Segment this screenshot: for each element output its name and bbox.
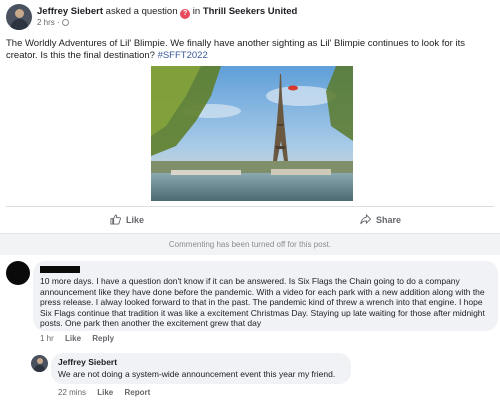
commenting-disabled-notice: Commenting has been turned off for this … [168,240,332,249]
author-name[interactable]: Jeffrey Siebert [37,6,103,17]
meta-separator: · [57,18,60,27]
reply-time[interactable]: 22 mins [58,388,86,397]
reply-text: We are not doing a system-wide announcem… [58,369,336,379]
comment-reply-link[interactable]: Reply [92,334,114,343]
post-text: The Worldly Adventures of Lil' Blimpie. … [6,38,494,62]
actions-top-divider [6,206,494,207]
commenter-name-redacted [40,266,80,273]
like-label: Like [126,214,145,225]
reply-like-link[interactable]: Like [97,388,113,397]
question-icon: ? [180,9,191,19]
group-name[interactable]: Thrill Seekers United [203,6,298,17]
share-label: Share [376,214,402,225]
post-time[interactable]: 2 hrs [37,18,55,27]
reply-report-link[interactable]: Report [125,388,151,397]
post-photo[interactable] [151,66,353,201]
avatar-body [11,19,28,30]
avatar-head [15,9,24,18]
commenter-avatar[interactable] [6,261,30,285]
post-body: The Worldly Adventures of Lil' Blimpie. … [6,38,465,61]
comment-meta: 1 hr Like Reply [40,334,123,343]
comment-time[interactable]: 1 hr [40,334,54,343]
post-meta: 2 hrs · [37,18,69,27]
share-arrow-icon [360,214,371,225]
eiffel-tower-photo [151,66,353,201]
like-button[interactable]: Like [110,214,144,225]
comment-like-link[interactable]: Like [65,334,81,343]
reply-author-avatar[interactable] [31,355,48,372]
reply-meta: 22 mins Like Report [58,388,159,397]
thumbs-up-icon [110,214,121,225]
avatar-head [37,358,43,364]
post-verb: asked a question [105,6,178,17]
hashtag-link[interactable]: #SFFT2022 [158,50,208,61]
post-card: Jeffrey Siebert asked a question ? in Th… [0,0,500,256]
group-connector: in [192,6,201,17]
comment-text: 10 more days. I have a question don't kn… [40,276,485,328]
reply-author-name[interactable]: Jeffrey Siebert [58,357,117,367]
avatar-body [34,365,45,372]
globe-icon [61,19,69,26]
share-button[interactable]: Share [360,214,401,225]
post-header: Jeffrey Siebert asked a question ? in Th… [37,6,297,19]
author-avatar[interactable] [6,4,32,30]
